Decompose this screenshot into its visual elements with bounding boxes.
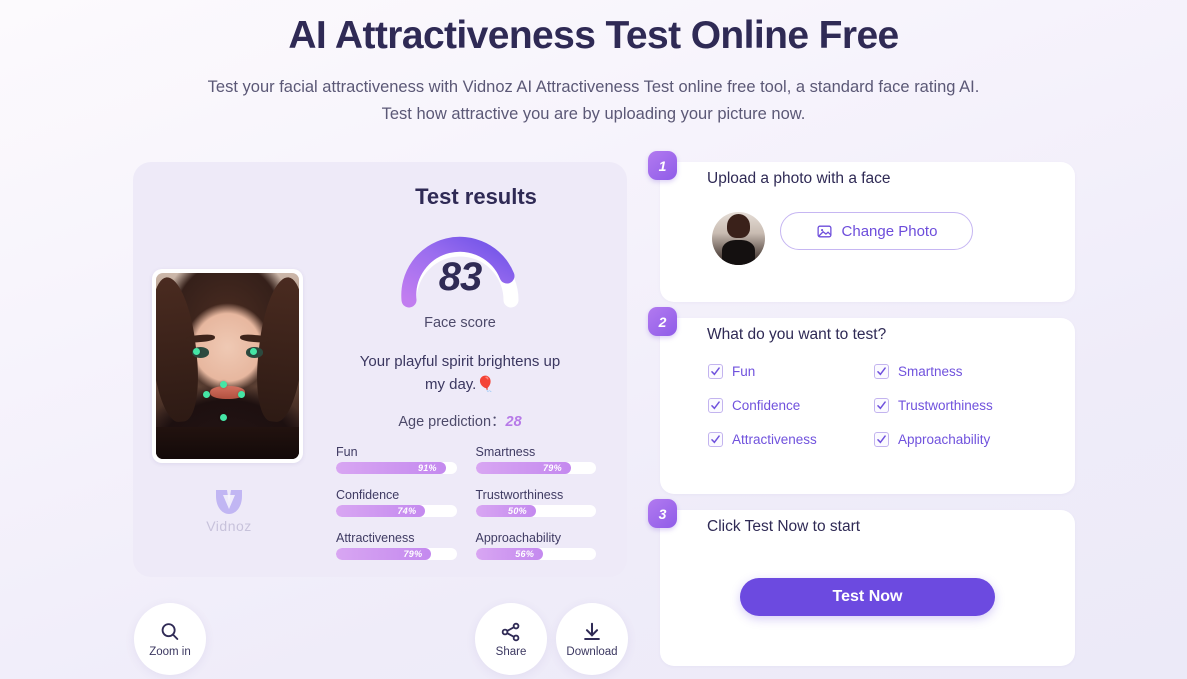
age-prediction-row: Age prediction：28 (355, 410, 565, 431)
face-score-label: Face score (424, 315, 496, 331)
test-options-grid: Fun Smartness Confidence Trustworthiness… (708, 364, 1048, 447)
test-results-card: Test results Vidnoz 83 Face score Your p… (133, 162, 627, 577)
page-subtitle-line-2: Test how attractive you are by uploading… (381, 105, 806, 123)
step-title-1: Upload a photo with a face (707, 170, 891, 187)
image-icon (817, 225, 832, 237)
check-icon (877, 435, 886, 444)
age-prediction-value: 28 (505, 414, 522, 430)
thumbnail-body (721, 239, 756, 265)
check-icon (711, 401, 720, 410)
share-button[interactable]: Share (475, 603, 547, 675)
download-icon (584, 622, 600, 640)
attribute-bars: Fun 91% Smartness 79% Confidence 74% Tru… (336, 445, 596, 568)
attribute-bar-percent: 91% (417, 463, 437, 473)
share-label: Share (495, 645, 527, 658)
check-icon (711, 367, 720, 376)
attribute-item: Attractiveness 79% (336, 531, 457, 568)
attribute-label: Fun (336, 445, 358, 459)
attribute-label: Attractiveness (336, 531, 415, 545)
attribute-bar-percent: 74% (397, 506, 417, 516)
step-title-3: Click Test Now to start (707, 518, 861, 535)
attribute-label: Trustworthiness (475, 488, 564, 502)
face-landmark-dot (220, 414, 228, 422)
attribute-item: Smartness 79% (475, 445, 596, 482)
attribute-item: Confidence 74% (336, 488, 457, 525)
check-icon (877, 401, 886, 410)
option-smartness[interactable]: Smartness (874, 364, 1040, 379)
checkbox-approachability[interactable] (874, 432, 889, 447)
attribute-bar-track: 74% (336, 505, 457, 517)
attribute-bar-track: 79% (336, 548, 457, 560)
option-label: Smartness (898, 364, 963, 379)
check-icon (877, 367, 886, 376)
result-photo-frame (152, 269, 303, 463)
download-label: Download (566, 645, 618, 658)
thumbnail-hair (726, 214, 751, 239)
search-icon (161, 622, 179, 640)
attribute-item: Fun 91% (336, 445, 457, 482)
result-photo (156, 273, 299, 459)
face-landmark-dot (203, 391, 211, 399)
check-icon (711, 435, 720, 444)
step-badge-3: 3 (648, 499, 677, 528)
shoulders (156, 427, 299, 459)
option-label: Attractiveness (732, 432, 817, 447)
step-badge-1: 1 (648, 151, 677, 180)
attribute-bar-track: 79% (475, 462, 596, 474)
option-label: Fun (732, 364, 756, 379)
change-photo-button[interactable]: Change Photo (780, 212, 973, 250)
attribute-label: Smartness (475, 445, 536, 459)
face-score-value: 83 (438, 255, 483, 299)
option-confidence[interactable]: Confidence (708, 398, 874, 413)
uploaded-photo-thumbnail[interactable] (712, 212, 765, 265)
step-card-upload: 1 Upload a photo with a face Change Phot… (648, 151, 1075, 302)
option-label: Confidence (732, 398, 801, 413)
step-card-start: 3 Click Test Now to start Test Now (648, 499, 1075, 666)
attribute-bar-track: 91% (336, 462, 457, 474)
checkbox-attractiveness[interactable] (708, 432, 723, 447)
option-attractiveness[interactable]: Attractiveness (708, 432, 874, 447)
face-landmark-dot (237, 391, 245, 399)
zoom-in-button[interactable]: Zoom in (134, 603, 206, 675)
checkbox-trustworthiness[interactable] (874, 398, 889, 413)
attribute-bar-percent: 50% (508, 506, 527, 516)
result-tagline: Your playful spirit brightens up my day.… (359, 353, 561, 393)
share-icon (501, 622, 520, 641)
attribute-label: Confidence (336, 488, 400, 502)
attribute-bar-track: 56% (475, 548, 596, 560)
vidnoz-watermark: Vidnoz (169, 487, 289, 534)
test-now-button[interactable]: Test Now (740, 578, 995, 616)
page-subtitle-line-1: Test your facial attractiveness with Vid… (207, 78, 980, 96)
attribute-bar-track: 50% (475, 505, 596, 517)
vidnoz-logo-icon (216, 490, 242, 514)
page-subtitle: Test your facial attractiveness with Vid… (114, 74, 1074, 128)
attribute-label: Approachability (475, 531, 561, 545)
attribute-bar-percent: 79% (403, 549, 423, 559)
step-title-2: What do you want to test? (707, 326, 887, 343)
download-button[interactable]: Download (556, 603, 628, 675)
results-title: Test results (415, 184, 537, 209)
face-score-gauge: 83 (395, 224, 525, 308)
vidnoz-watermark-text: Vidnoz (206, 518, 252, 534)
step-badge-2: 2 (648, 307, 677, 336)
attribute-item: Trustworthiness 50% (475, 488, 596, 525)
change-photo-label: Change Photo (841, 222, 938, 240)
option-approachability[interactable]: Approachability (874, 432, 1040, 447)
step-card-options: 2 What do you want to test? Fun Smartnes… (648, 307, 1075, 494)
zoom-in-label: Zoom in (149, 645, 191, 658)
attribute-bar-percent: 79% (542, 463, 562, 473)
page-root: AI Attractiveness Test Online Free Test … (0, 0, 1187, 679)
page-title: AI Attractiveness Test Online Free (288, 14, 899, 57)
checkbox-smartness[interactable] (874, 364, 889, 379)
checkbox-confidence[interactable] (708, 398, 723, 413)
option-trustworthiness[interactable]: Trustworthiness (874, 398, 1040, 413)
option-fun[interactable]: Fun (708, 364, 874, 379)
option-label: Trustworthiness (898, 398, 993, 413)
option-label: Approachability (898, 432, 991, 447)
results-title-row: Test results (133, 184, 627, 210)
checkbox-fun[interactable] (708, 364, 723, 379)
age-prediction-label: Age prediction： (398, 414, 506, 430)
attribute-item: Approachability 56% (475, 531, 596, 568)
attribute-bar-percent: 56% (515, 549, 535, 559)
